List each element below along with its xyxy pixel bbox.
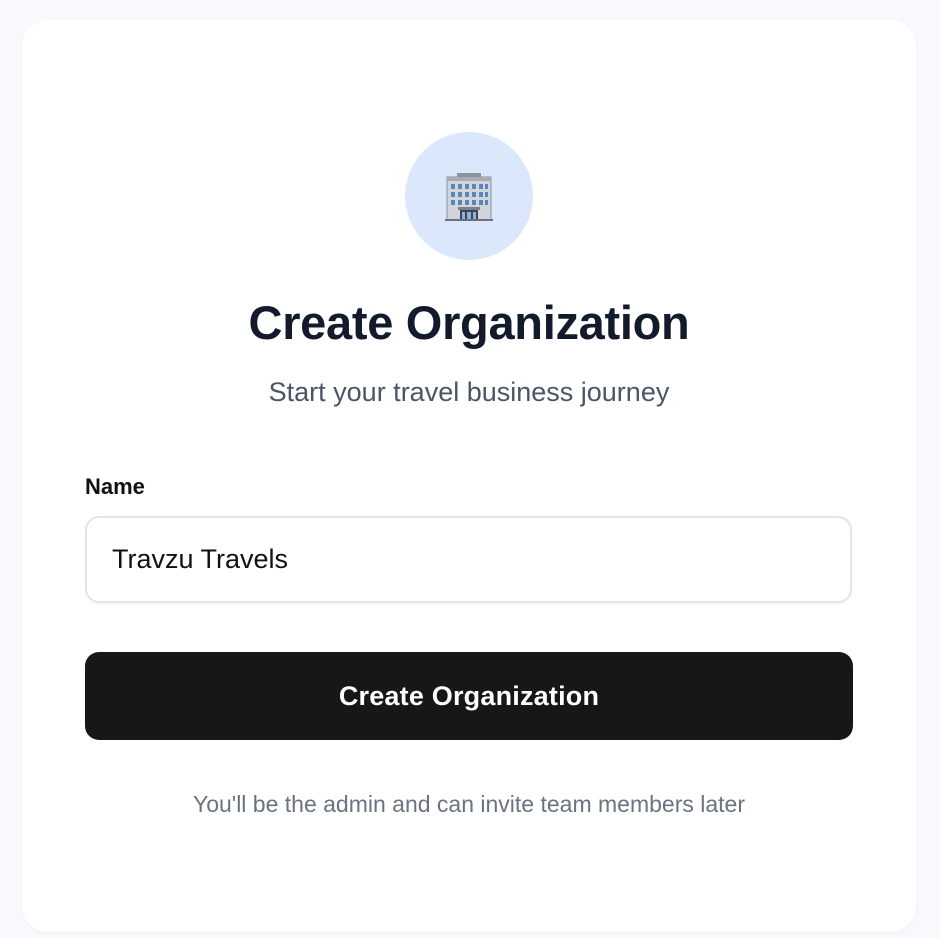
organization-icon-badge [405, 132, 533, 260]
page-subtitle: Start your travel business journey [268, 377, 670, 407]
office-building-icon [445, 173, 493, 221]
create-organization-button[interactable]: Create Organization [85, 652, 853, 740]
organization-name-input[interactable] [85, 516, 852, 603]
create-organization-card: Create Organization Start your travel bu… [22, 20, 916, 932]
admin-info-note: You'll be the admin and can invite team … [192, 791, 745, 817]
name-field-label: Name [85, 474, 145, 499]
page-title: Create Organization [248, 296, 690, 349]
